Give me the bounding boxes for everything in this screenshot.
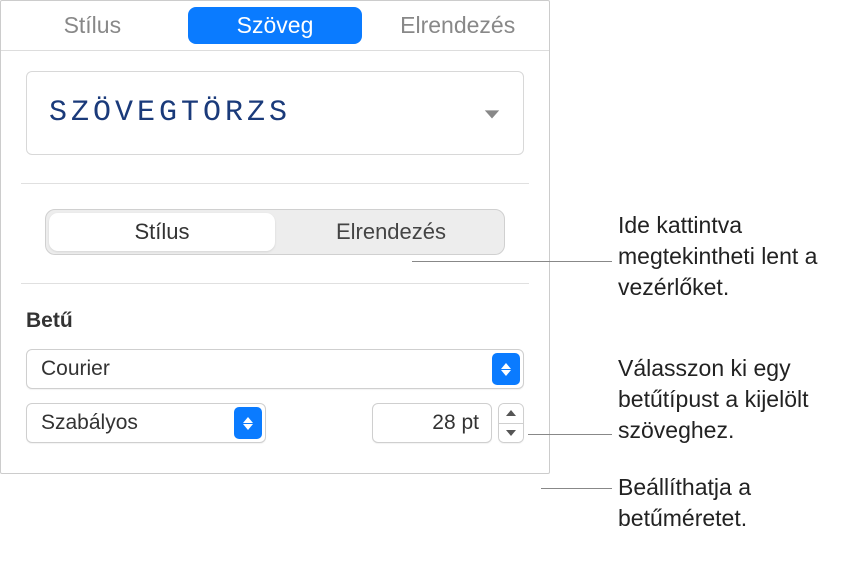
callout-line bbox=[541, 488, 612, 489]
divider bbox=[21, 183, 529, 184]
tab-style[interactable]: Stílus bbox=[5, 7, 180, 44]
tab-style-label: Stílus bbox=[64, 12, 122, 39]
segment-style-label: Stílus bbox=[134, 219, 189, 245]
tab-text-label: Szöveg bbox=[237, 12, 314, 39]
top-tabs: Stílus Szöveg Elrendezés bbox=[1, 1, 549, 51]
segment-style[interactable]: Stílus bbox=[49, 213, 275, 251]
tab-layout[interactable]: Elrendezés bbox=[370, 7, 545, 44]
callout-choose-font: Válasszon ki egy betűtípust a kijelölt s… bbox=[618, 353, 858, 446]
stepper-down-button[interactable] bbox=[499, 424, 523, 443]
format-panel: Stílus Szöveg Elrendezés Szövegtörzs Stí… bbox=[0, 0, 550, 474]
stepper-up-button[interactable] bbox=[499, 404, 523, 424]
font-size-input[interactable]: 28 pt bbox=[372, 403, 492, 443]
divider bbox=[21, 283, 529, 284]
tab-layout-label: Elrendezés bbox=[400, 12, 515, 39]
chevron-down-icon bbox=[483, 107, 501, 119]
font-family-value: Courier bbox=[41, 357, 110, 381]
callout-set-size: Beállíthatja a betűméretet. bbox=[618, 472, 848, 534]
callout-line bbox=[412, 261, 612, 262]
panel-content: Szövegtörzs Stílus Elrendezés Betű Couri… bbox=[1, 51, 549, 473]
font-section-label: Betű bbox=[26, 309, 524, 333]
segment-layout-label: Elrendezés bbox=[336, 219, 446, 245]
font-family-popup[interactable]: Courier bbox=[26, 349, 524, 389]
font-weight-popup[interactable]: Szabályos bbox=[26, 403, 266, 443]
up-down-icon bbox=[492, 353, 520, 385]
segmented-control: Stílus Elrendezés bbox=[45, 209, 505, 255]
paragraph-style-label: Szövegtörzs bbox=[49, 96, 291, 130]
font-size-group: 28 pt bbox=[372, 403, 524, 443]
paragraph-style-dropdown[interactable]: Szövegtörzs bbox=[26, 71, 524, 155]
font-size-value: 28 pt bbox=[432, 411, 479, 435]
tab-text[interactable]: Szöveg bbox=[188, 7, 363, 44]
callout-see-controls: Ide kattintva megtekintheti lent a vezér… bbox=[618, 210, 848, 303]
segment-layout[interactable]: Elrendezés bbox=[278, 210, 504, 254]
font-weight-value: Szabályos bbox=[41, 411, 138, 435]
font-size-stepper bbox=[498, 403, 524, 443]
up-down-icon bbox=[234, 407, 262, 439]
callout-line bbox=[528, 434, 612, 435]
